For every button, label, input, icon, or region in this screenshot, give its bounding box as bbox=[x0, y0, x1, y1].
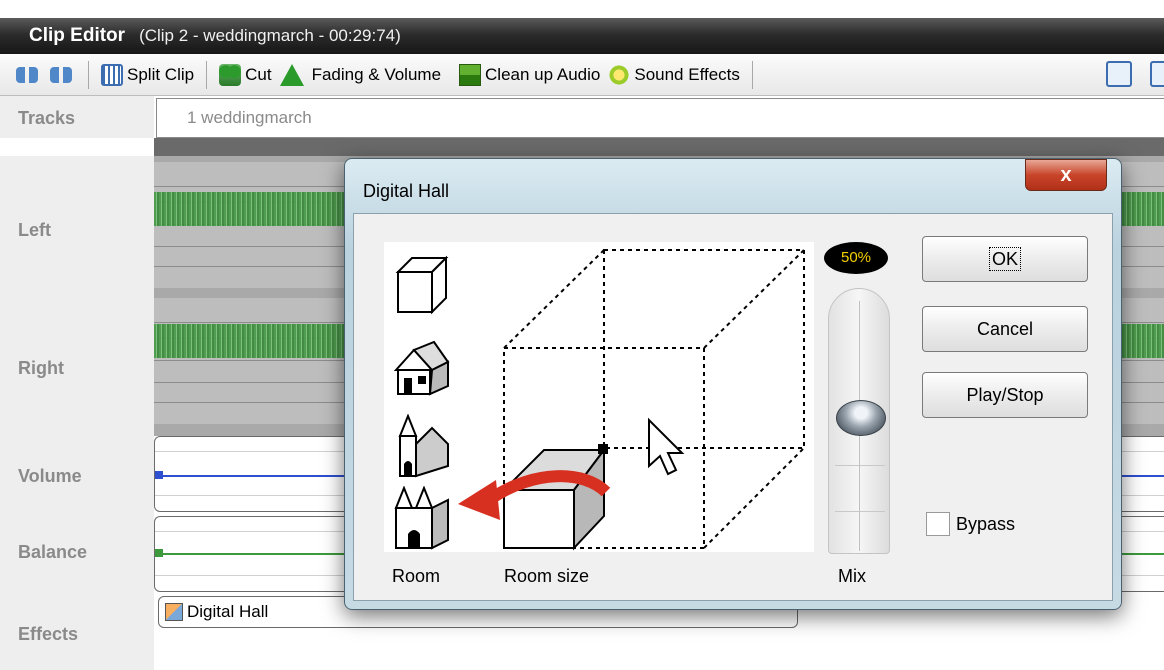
volume-label: Volume bbox=[18, 466, 82, 486]
sound-effects-label: Sound Effects bbox=[634, 64, 740, 84]
ok-button-label: OK bbox=[988, 247, 1021, 271]
room-size-label: Room size bbox=[504, 566, 590, 586]
label-spacer bbox=[0, 138, 154, 156]
cut-icon bbox=[219, 63, 242, 86]
clean-up-audio-button[interactable]: Clean up Audio bbox=[455, 60, 604, 90]
room-size-handle bbox=[598, 444, 608, 454]
forward-button[interactable] bbox=[46, 60, 80, 90]
sound-effects-icon bbox=[608, 63, 631, 86]
back-icon bbox=[16, 66, 38, 83]
toolbar: Split Clip Cut Fading & Volume Clean up … bbox=[0, 54, 1164, 96]
forward-icon bbox=[50, 66, 72, 83]
dialog-title: Digital Hall bbox=[363, 181, 450, 201]
mix-slider-knob[interactable] bbox=[836, 400, 886, 436]
cut-button[interactable]: Cut bbox=[215, 60, 275, 90]
clean-up-audio-label: Clean up Audio bbox=[485, 64, 601, 84]
mouse-cursor-icon bbox=[648, 417, 685, 476]
close-button[interactable]: x bbox=[1025, 159, 1107, 191]
cut-label: Cut bbox=[245, 64, 272, 84]
back-button[interactable] bbox=[12, 60, 46, 90]
split-clip-button[interactable]: Split Clip bbox=[97, 60, 198, 90]
clean-audio-icon bbox=[459, 63, 482, 86]
zoom-icon[interactable] bbox=[1106, 61, 1132, 87]
fade-icon bbox=[279, 63, 304, 86]
effects-label: Effects bbox=[18, 624, 79, 644]
mix-label: Mix bbox=[838, 566, 866, 586]
bypass-checkbox-box[interactable] bbox=[926, 512, 950, 536]
volume-handle[interactable] bbox=[155, 471, 163, 479]
bypass-checkbox[interactable]: Bypass bbox=[926, 512, 1015, 536]
room-canvas[interactable] bbox=[384, 242, 814, 552]
zoom-fit-icon[interactable] bbox=[1150, 61, 1164, 87]
digital-hall-dialog: Digital Hall x Room Room size 50% Mix OK… bbox=[344, 158, 1122, 610]
right-channel-label: Right bbox=[18, 358, 64, 378]
timeline-bar bbox=[154, 138, 1164, 156]
dialog-client-area: Room Room size 50% Mix OK Cancel Play/St… bbox=[353, 213, 1113, 601]
toolbar-separator bbox=[88, 60, 89, 89]
effect-chip-label: Digital Hall bbox=[187, 602, 269, 621]
play-stop-button[interactable]: Play/Stop bbox=[922, 372, 1088, 418]
room-size-graphic bbox=[458, 249, 805, 551]
sound-effects-button[interactable]: Sound Effects bbox=[604, 60, 744, 90]
toolbar-separator bbox=[751, 60, 753, 89]
clip-info: (Clip 2 - weddingmarch - 00:29:74) bbox=[139, 26, 401, 45]
title-bar: Clip Editor (Clip 2 - weddingmarch - 00:… bbox=[0, 18, 1164, 54]
cancel-button[interactable]: Cancel bbox=[922, 306, 1088, 352]
room-label: Room bbox=[392, 566, 441, 586]
track-name: 1 weddingmarch bbox=[187, 108, 312, 127]
fading-volume-button[interactable]: Fading & Volume bbox=[276, 60, 445, 90]
tracks-header-label: Tracks bbox=[18, 108, 76, 128]
bypass-label: Bypass bbox=[956, 513, 1016, 534]
app-title: Clip Editor bbox=[29, 25, 126, 46]
mix-value-display: 50% bbox=[824, 242, 888, 274]
fading-volume-label: Fading & Volume bbox=[311, 64, 442, 84]
split-icon bbox=[101, 63, 123, 86]
split-clip-label: Split Clip bbox=[127, 64, 195, 84]
track-labels-panel: Tracks Left Right Volume Balance Effects bbox=[0, 96, 154, 670]
track-name-row[interactable]: 1 weddingmarch bbox=[156, 98, 1164, 138]
effect-cube-icon bbox=[165, 603, 183, 621]
balance-label: Balance bbox=[18, 542, 88, 562]
balance-handle[interactable] bbox=[155, 549, 163, 557]
toolbar-separator bbox=[206, 60, 208, 89]
ok-button[interactable]: OK bbox=[922, 236, 1088, 282]
left-channel-label: Left bbox=[18, 220, 51, 240]
